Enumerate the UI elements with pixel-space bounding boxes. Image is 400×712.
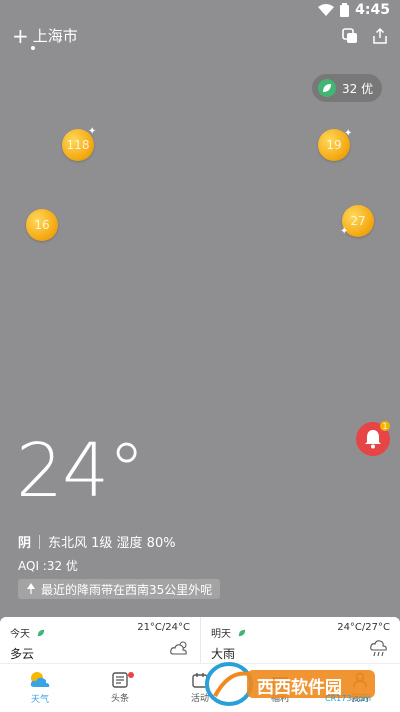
top-actions: [342, 28, 388, 44]
tab-label: 头条: [110, 694, 129, 704]
heavy-rain-icon: [370, 640, 387, 657]
status-bar: 4:45: [0, 0, 400, 24]
divider: [39, 534, 41, 549]
tab-label: 天气: [30, 695, 49, 705]
add-city-icon[interactable]: +: [12, 26, 29, 46]
status-icons: 4:45: [318, 2, 390, 18]
umbrella-icon: [27, 583, 35, 594]
forecast-strip: 今天 21°C/24°C 多云 明天 24°C/27°C 大雨: [0, 617, 400, 663]
forecast-day: 明天: [211, 629, 231, 640]
forecast-today[interactable]: 今天 21°C/24°C 多云: [0, 617, 200, 663]
leaf-icon: [238, 629, 246, 637]
condition-row: 阴 东北风 1级 湿度 80%: [18, 532, 176, 551]
watermark-logo: 西西软件园 CR173.com: [205, 660, 380, 706]
wifi-icon: [318, 4, 335, 16]
forecast-range: 21°C/24°C: [137, 622, 190, 633]
forecast-tomorrow[interactable]: 明天 24°C/27°C 大雨: [200, 617, 400, 663]
sparkle-icon: ✦: [88, 126, 97, 137]
leaf-icon: [37, 629, 45, 637]
city-name: 上海市: [32, 27, 78, 45]
coin-bubble[interactable]: 16: [26, 209, 58, 241]
leaf-icon: [318, 79, 336, 97]
forecast-weather: 多云: [10, 647, 35, 661]
current-temperature: 24°: [16, 428, 145, 514]
news-icon: [112, 672, 128, 688]
coin-value: 19: [326, 138, 342, 152]
layers-icon[interactable]: [342, 28, 358, 44]
coin-value: 16: [34, 218, 50, 232]
share-icon[interactable]: [372, 28, 388, 44]
tab-headlines[interactable]: 头条: [80, 664, 160, 712]
battery-icon: [340, 3, 350, 17]
condition-text: 阴: [18, 536, 32, 551]
rain-alert[interactable]: 最近的降雨带在西南35公里外呢: [18, 579, 221, 599]
wind-humidity-text: 东北风 1级 湿度 80%: [48, 536, 176, 551]
bell-icon: [365, 430, 381, 449]
unread-dot: [128, 672, 134, 678]
sparkle-icon: ✦: [340, 226, 349, 237]
page-indicator: [31, 46, 35, 50]
watermark-subtext: CR173.com: [325, 694, 372, 703]
sparkle-icon: ✦: [344, 128, 353, 139]
notification-badge: 1: [380, 421, 390, 431]
aqi-badge[interactable]: 32 优: [312, 74, 382, 102]
status-time: 4:45: [355, 2, 390, 18]
tab-weather[interactable]: 天气: [0, 664, 80, 712]
coin-value: 27: [350, 214, 366, 228]
aqi-badge-text: 32 优: [342, 81, 374, 96]
aqi-text: AQI :32 优: [18, 559, 78, 573]
forecast-day: 今天: [10, 629, 30, 640]
weather-tab-icon: [30, 672, 50, 687]
cloudy-icon: [170, 641, 187, 655]
city-selector[interactable]: + 上海市: [12, 25, 78, 46]
coin-value: 118: [66, 138, 90, 152]
rain-alert-text: 最近的降雨带在西南35公里外呢: [41, 582, 213, 597]
forecast-range: 24°C/27°C: [337, 622, 390, 633]
